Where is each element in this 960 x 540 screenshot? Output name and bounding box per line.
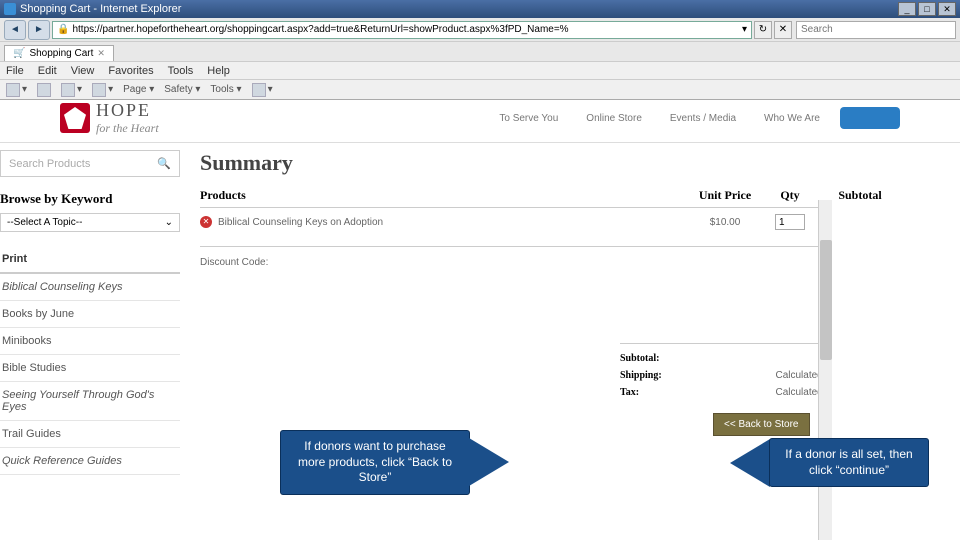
back-to-store-button[interactable]: << Back to Store xyxy=(713,413,810,436)
col-qty: Qty xyxy=(760,188,820,203)
blank-margin xyxy=(832,200,960,540)
sidebar: Search Products 🔍 Browse by Keyword --Se… xyxy=(0,150,180,475)
lock-icon: 🔒 xyxy=(57,24,69,35)
menu-help[interactable]: Help xyxy=(207,65,230,77)
menu-tools[interactable]: Tools xyxy=(168,65,194,77)
subtotal-label: Subtotal: xyxy=(620,353,659,364)
summary-heading: Summary xyxy=(200,150,900,176)
stop-button[interactable]: ✕ xyxy=(774,21,792,39)
tab-shopping-cart[interactable]: 🛒 Shopping Cart ✕ xyxy=(4,45,114,61)
tax-label: Tax: xyxy=(620,387,639,398)
menu-edit[interactable]: Edit xyxy=(38,65,57,77)
sidebar-item-minibooks[interactable]: Minibooks xyxy=(0,328,180,355)
item-price: $10.00 xyxy=(690,217,760,228)
ie-icon xyxy=(4,3,16,15)
nav-who[interactable]: Who We Are xyxy=(764,113,820,124)
topic-select[interactable]: --Select A Topic-- ⌄ xyxy=(0,213,180,232)
cart-header-row: Products Unit Price Qty Subtotal xyxy=(200,188,900,208)
help-icon xyxy=(252,83,266,97)
maximize-button[interactable]: □ xyxy=(918,2,936,16)
item-name[interactable]: Biblical Counseling Keys on Adoption xyxy=(218,217,383,228)
sidebar-item-quickref[interactable]: Quick Reference Guides xyxy=(0,448,180,475)
sidebar-cat-head: Print xyxy=(0,246,180,274)
window-titlebar: Shopping Cart - Internet Explorer _ □ ✕ xyxy=(0,0,960,18)
remove-item-button[interactable]: ✕ xyxy=(200,216,212,228)
qty-input[interactable] xyxy=(775,214,805,230)
tab-bar: 🛒 Shopping Cart ✕ xyxy=(0,42,960,62)
search-products-input[interactable]: Search Products 🔍 xyxy=(0,150,180,177)
menu-bar: File Edit View Favorites Tools Help xyxy=(0,62,960,80)
nav-events[interactable]: Events / Media xyxy=(670,113,736,124)
sidebar-item-books[interactable]: Books by June xyxy=(0,301,180,328)
tab-close-icon[interactable]: ✕ xyxy=(97,48,105,59)
url-field[interactable]: 🔒 https://partner.hopefortheheart.org/sh… xyxy=(52,21,752,39)
scroll-thumb[interactable] xyxy=(820,240,832,360)
url-dropdown-icon[interactable]: ▾ xyxy=(742,24,747,35)
tools-menu[interactable]: Tools ▾ xyxy=(210,84,241,95)
browser-search-input[interactable] xyxy=(796,21,956,39)
cart-item-row: ✕ Biblical Counseling Keys on Adoption $… xyxy=(200,208,900,236)
annotation-right: If a donor is all set, then click “conti… xyxy=(730,438,929,487)
menu-favorites[interactable]: Favorites xyxy=(108,65,153,77)
logo-shield-icon xyxy=(60,103,90,133)
help-tool[interactable]: ▾ xyxy=(252,83,273,97)
cart-button[interactable] xyxy=(840,107,900,129)
sidebar-item-bck[interactable]: Biblical Counseling Keys xyxy=(0,274,180,301)
col-products: Products xyxy=(200,188,690,203)
annotation-right-text: If a donor is all set, then click “conti… xyxy=(769,438,929,487)
command-bar: ▾ ▾ ▾ Page ▾ Safety ▾ Tools ▾ ▾ xyxy=(0,80,960,100)
site-logo[interactable]: HOPE for the Heart xyxy=(60,100,159,136)
mail-icon xyxy=(61,83,75,97)
col-price: Unit Price xyxy=(690,188,760,203)
print-icon xyxy=(92,83,106,97)
page-menu[interactable]: Page ▾ xyxy=(123,84,154,95)
sidebar-item-trail[interactable]: Trail Guides xyxy=(0,421,180,448)
home-icon xyxy=(6,83,20,97)
chevron-down-icon: ⌄ xyxy=(165,217,173,228)
annotation-left-text: If donors want to purchase more products… xyxy=(280,430,470,495)
annotation-left: If donors want to purchase more products… xyxy=(280,430,509,495)
sidebar-item-seeing[interactable]: Seeing Yourself Through God's Eyes xyxy=(0,382,180,421)
forward-nav-button[interactable]: ► xyxy=(28,20,50,40)
back-nav-button[interactable]: ◄ xyxy=(4,20,26,40)
close-button[interactable]: ✕ xyxy=(938,2,956,16)
tab-label: Shopping Cart xyxy=(29,48,93,59)
search-products-placeholder: Search Products xyxy=(9,158,90,170)
print-tool[interactable]: ▾ xyxy=(92,83,113,97)
rss-icon xyxy=(37,83,51,97)
logo-text-top: HOPE xyxy=(96,100,159,121)
browse-heading: Browse by Keyword xyxy=(0,191,180,207)
home-tool[interactable]: ▾ xyxy=(6,83,27,97)
window-title: Shopping Cart - Internet Explorer xyxy=(20,3,898,15)
arrow-right-icon xyxy=(469,438,509,486)
menu-file[interactable]: File xyxy=(6,65,24,77)
feeds-tool[interactable] xyxy=(37,83,51,97)
nav-serve[interactable]: To Serve You xyxy=(499,113,558,124)
address-bar: ◄ ► 🔒 https://partner.hopefortheheart.or… xyxy=(0,18,960,42)
menu-view[interactable]: View xyxy=(71,65,95,77)
url-text: https://partner.hopefortheheart.org/shop… xyxy=(72,24,742,35)
site-header: HOPE for the Heart To Serve You Online S… xyxy=(0,100,960,143)
arrow-left-icon xyxy=(730,439,770,487)
mail-tool[interactable]: ▾ xyxy=(61,83,82,97)
search-icon: 🔍 xyxy=(157,157,171,170)
sidebar-item-bible[interactable]: Bible Studies xyxy=(0,355,180,382)
nav-store[interactable]: Online Store xyxy=(586,113,642,124)
logo-text-sub: for the Heart xyxy=(96,121,159,136)
discount-label: Discount Code: xyxy=(200,257,900,268)
minimize-button[interactable]: _ xyxy=(898,2,916,16)
tab-favicon: 🛒 xyxy=(13,48,25,59)
refresh-button[interactable]: ↻ xyxy=(754,21,772,39)
safety-menu[interactable]: Safety ▾ xyxy=(164,84,200,95)
topic-select-value: --Select A Topic-- xyxy=(7,217,82,228)
vertical-scrollbar[interactable] xyxy=(818,200,832,540)
shipping-label: Shipping: xyxy=(620,370,662,381)
